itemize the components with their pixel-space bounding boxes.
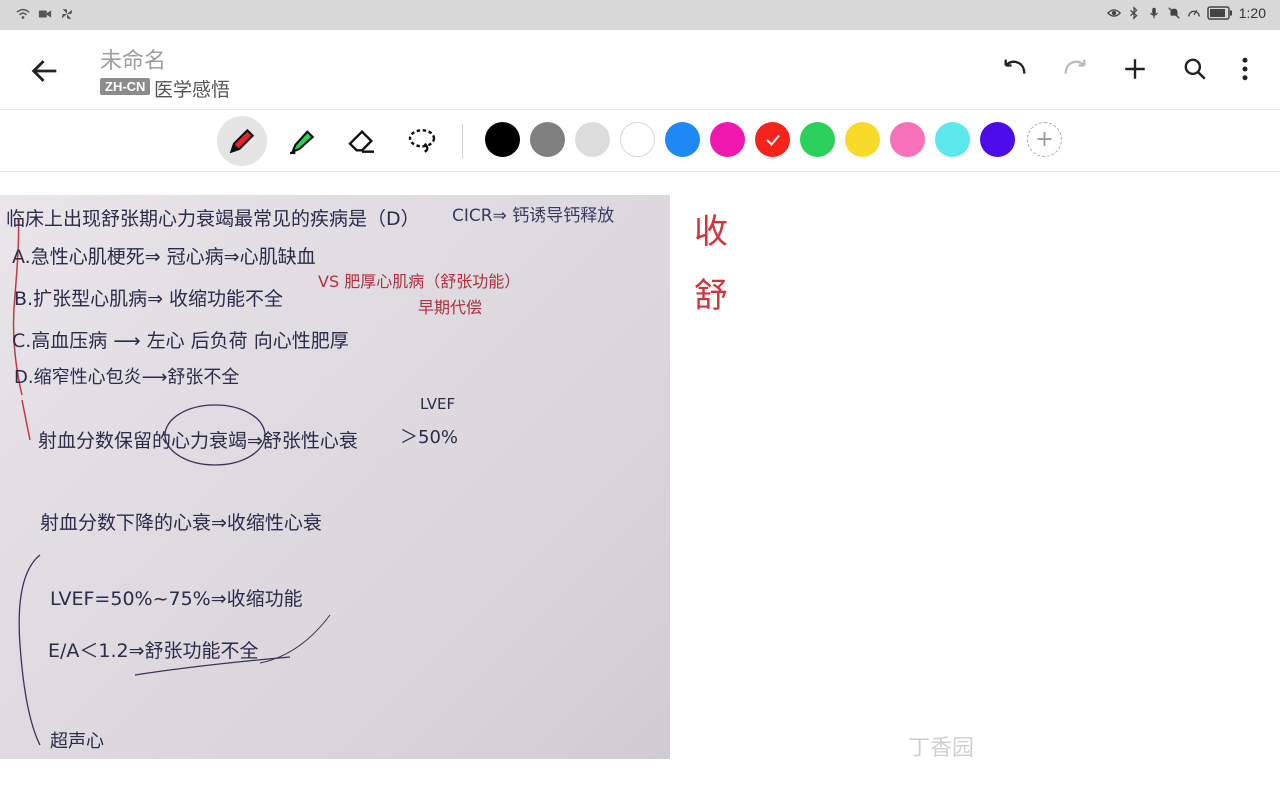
note-line: 早期代偿 xyxy=(418,298,482,317)
note-line: C.高血压病 ⟶ 左心 后负荷 向心性肥厚 xyxy=(12,330,349,352)
redo-icon xyxy=(1064,59,1086,74)
handwritten-annotation[interactable]: 舒 xyxy=(694,268,728,317)
note-line: CICR⇒ 钙诱导钙释放 xyxy=(452,206,614,226)
color-swatch-white[interactable] xyxy=(620,122,655,157)
bell-off-icon xyxy=(1168,7,1180,19)
color-swatch-green[interactable] xyxy=(800,122,835,157)
redo-button[interactable] xyxy=(1060,54,1090,84)
speed-icon xyxy=(1187,10,1200,17)
note-line: B.扩张型心肌病⇒ 收缩功能不全 xyxy=(14,288,283,310)
battery-icon xyxy=(1207,6,1232,20)
color-swatch-light-gray[interactable] xyxy=(575,122,610,157)
add-button[interactable] xyxy=(1120,54,1150,84)
mic-icon xyxy=(1149,7,1158,19)
search-button[interactable] xyxy=(1180,54,1210,84)
pen-tool[interactable] xyxy=(217,116,267,166)
status-bar: 1:20 xyxy=(0,0,1280,30)
language-badge: ZH-CN xyxy=(100,78,151,95)
watermark: 丁香园 xyxy=(908,735,975,760)
note-line: 射血分数保留的心力衰竭⇒舒张性心衰 xyxy=(38,430,358,452)
checkmark-icon xyxy=(765,134,780,146)
note-line: 超声心 xyxy=(50,731,104,752)
pen-icon xyxy=(229,128,255,154)
plus-icon: + xyxy=(1035,126,1054,152)
app-header: 未命名 ZH-CN 医学感悟 xyxy=(0,30,1280,108)
undo-button[interactable] xyxy=(1000,54,1030,84)
color-swatch-yellow[interactable] xyxy=(845,122,880,157)
note-line: 临床上出现舒张期心力衰竭最常见的疾病是（D） xyxy=(6,208,420,230)
handwritten-note-photo[interactable]: 临床上出现舒张期心力衰竭最常见的疾病是（D） CICR⇒ 钙诱导钙释放 A.急性… xyxy=(0,195,670,759)
plus-icon xyxy=(1125,59,1145,79)
color-swatch-purple[interactable] xyxy=(980,122,1015,157)
notebook-name[interactable]: 医学感悟 xyxy=(154,75,230,102)
wifi-icon xyxy=(16,8,30,19)
highlighter-tool[interactable] xyxy=(277,116,327,166)
note-line: 射血分数下降的心衰⇒收缩性心衰 xyxy=(40,512,322,534)
pen-toolbar: + xyxy=(0,110,1280,170)
color-swatch-blue[interactable] xyxy=(665,122,700,157)
drawing-canvas[interactable]: 临床上出现舒张期心力衰竭最常见的疾病是（D） CICR⇒ 钙诱导钙释放 A.急性… xyxy=(0,172,1280,800)
note-line: LVEF xyxy=(420,395,455,413)
bluetooth-icon xyxy=(1129,6,1138,20)
color-swatch-black[interactable] xyxy=(485,122,520,157)
color-swatch-cyan[interactable] xyxy=(935,122,970,157)
status-time: 1:20 xyxy=(1238,5,1266,21)
status-right-icons: 1:20 xyxy=(1106,5,1266,21)
toolbar-separator xyxy=(462,124,463,158)
note-line: ＞50% xyxy=(400,427,458,448)
add-color-button[interactable]: + xyxy=(1027,122,1062,157)
back-button[interactable] xyxy=(28,54,62,88)
pinwheel-icon xyxy=(61,8,73,20)
note-line: D.缩窄性心包炎⟶舒张不全 xyxy=(14,367,239,388)
note-line: VS 肥厚心肌病（舒张功能） xyxy=(318,272,520,291)
color-swatch-gray[interactable] xyxy=(530,122,565,157)
search-icon xyxy=(1184,58,1206,80)
note-line: E/A＜1.2⇒舒张功能不全 xyxy=(48,640,259,662)
lasso-icon xyxy=(408,129,436,153)
color-swatch-red[interactable] xyxy=(755,122,790,157)
more-vertical-icon xyxy=(1242,57,1248,81)
lasso-tool[interactable] xyxy=(397,116,447,166)
note-line: LVEF=50%~75%⇒收缩功能 xyxy=(50,588,303,610)
highlighter-icon xyxy=(290,130,315,155)
note-line: A.急性心肌梗死⇒ 冠心病⇒心肌缺血 xyxy=(12,246,316,268)
status-left-icons xyxy=(16,7,74,21)
undo-icon xyxy=(1004,59,1026,74)
more-options-button[interactable] xyxy=(1230,54,1260,84)
arrow-left-icon xyxy=(31,60,57,82)
note-title[interactable]: 未命名 xyxy=(100,43,166,75)
color-swatch-magenta[interactable] xyxy=(710,122,745,157)
color-swatch-pink[interactable] xyxy=(890,122,925,157)
eraser-tool[interactable] xyxy=(337,116,387,166)
eraser-icon xyxy=(348,129,374,153)
eye-icon xyxy=(1106,9,1121,17)
video-icon xyxy=(38,10,52,18)
handwritten-annotation[interactable]: 收 xyxy=(694,204,728,253)
